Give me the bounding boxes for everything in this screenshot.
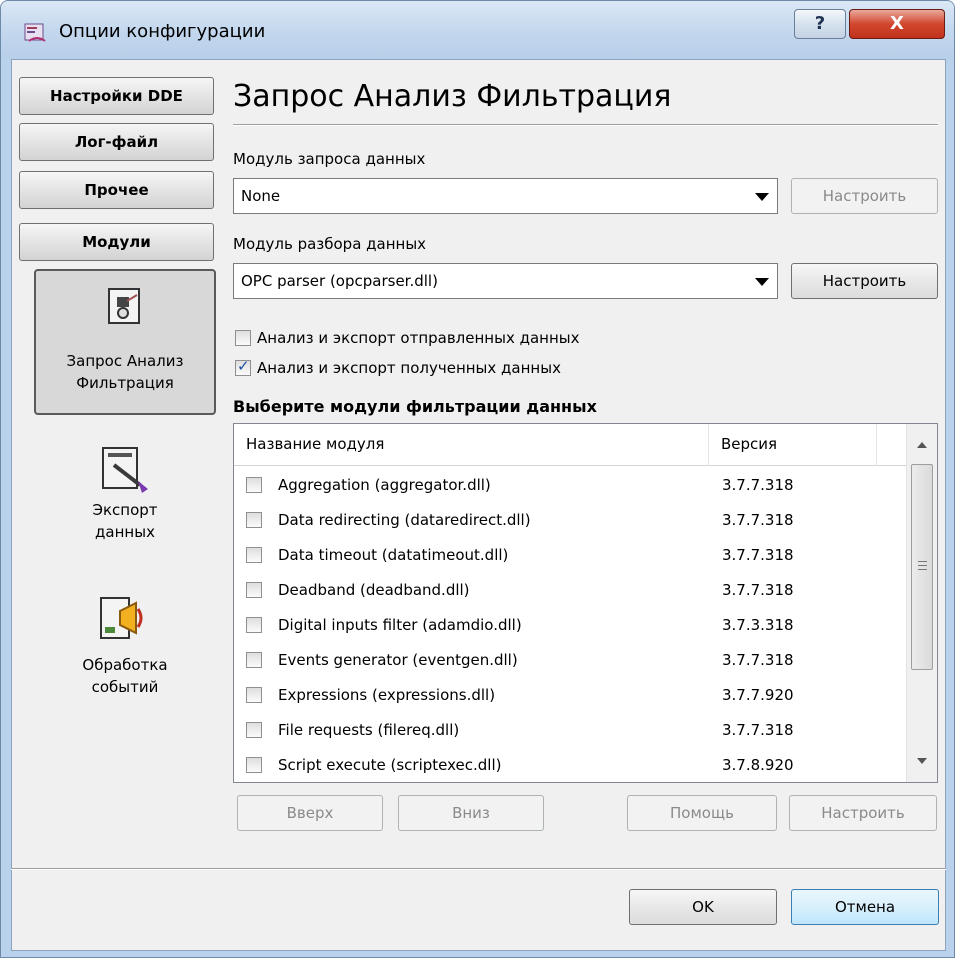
- module-version: 3.7.7.318: [722, 721, 794, 739]
- category-modules-button[interactable]: Модули: [19, 223, 214, 261]
- table-row[interactable]: Digital inputs filter (adamdio.dll) 3.7.…: [234, 608, 906, 642]
- parse-module-dropdown[interactable]: OPC parser (opcparser.dll): [233, 263, 778, 299]
- filter-module-list[interactable]: Название модуля Версия Aggregation (aggr…: [233, 423, 938, 783]
- module-version: 3.7.8.920: [722, 756, 794, 774]
- close-button[interactable]: X: [849, 9, 945, 39]
- check-received-label[interactable]: Анализ и экспорт полученных данных: [257, 359, 561, 377]
- move-down-button[interactable]: Вниз: [398, 795, 544, 831]
- module-name: Expressions (expressions.dll): [278, 686, 496, 704]
- row-checkbox[interactable]: [246, 722, 262, 738]
- module-name: File requests (filereq.dll): [278, 721, 460, 739]
- table-row[interactable]: Events generator (eventgen.dll) 3.7.7.31…: [234, 643, 906, 677]
- category-log-file-button[interactable]: Лог-файл: [19, 123, 214, 161]
- module-version: 3.7.3.318: [722, 616, 794, 634]
- column-header-name[interactable]: Название модуля: [234, 424, 709, 466]
- row-checkbox[interactable]: [246, 617, 262, 633]
- module-name: Data timeout (datatimeout.dll): [278, 546, 509, 564]
- module-version: 3.7.7.318: [722, 651, 794, 669]
- module-name: Data redirecting (dataredirect.dll): [278, 511, 531, 529]
- check-sent-row[interactable]: Анализ и экспорт отправленных данных: [235, 329, 580, 347]
- table-row[interactable]: Data redirecting (dataredirect.dll) 3.7.…: [234, 503, 906, 537]
- chevron-down-icon: [755, 278, 769, 286]
- footer-divider: [11, 868, 946, 870]
- category-other-button[interactable]: Прочее: [19, 171, 214, 209]
- check-received-checkbox[interactable]: [235, 357, 251, 376]
- scroll-up-arrow-icon[interactable]: [917, 442, 927, 448]
- parse-configure-button[interactable]: Настроить: [791, 263, 938, 299]
- list-header: Название модуля Версия: [234, 424, 906, 466]
- category-dde-settings-button[interactable]: Настройки DDE: [19, 77, 214, 115]
- module-version: 3.7.7.318: [722, 581, 794, 599]
- module-label-request-analysis-line1: Запрос Анализ: [66, 352, 184, 370]
- module-label-data-export-line2[interactable]: данных: [34, 521, 216, 543]
- row-checkbox[interactable]: [246, 757, 262, 773]
- module-name: Events generator (eventgen.dll): [278, 651, 518, 669]
- ok-button[interactable]: OK: [629, 889, 777, 925]
- row-checkbox[interactable]: [246, 547, 262, 563]
- scrollbar-thumb[interactable]: [911, 464, 933, 670]
- request-configure-button[interactable]: Настроить: [791, 178, 938, 214]
- move-up-button[interactable]: Вверх: [237, 795, 383, 831]
- app-icon: [24, 23, 46, 42]
- row-checkbox[interactable]: [246, 687, 262, 703]
- module-name: Script execute (scriptexec.dll): [278, 756, 502, 774]
- check-sent-label[interactable]: Анализ и экспорт отправленных данных: [257, 329, 580, 347]
- request-module-label: Модуль запроса данных: [233, 150, 426, 168]
- table-row[interactable]: File requests (filereq.dll) 3.7.7.318: [234, 713, 906, 747]
- check-sent-checkbox[interactable]: [235, 330, 251, 346]
- module-configure-button[interactable]: Настроить: [789, 795, 937, 831]
- chevron-down-icon: [755, 193, 769, 201]
- grip-icon: [918, 561, 927, 570]
- table-row[interactable]: Deadband (deadband.dll) 3.7.7.318: [234, 573, 906, 607]
- title-divider: [233, 124, 938, 126]
- module-label-data-export-line1[interactable]: Экспорт: [34, 499, 216, 521]
- data-export-icon[interactable]: [100, 445, 150, 495]
- page-title: Запрос Анализ Фильтрация: [233, 79, 672, 114]
- module-help-button[interactable]: Помощь: [627, 795, 777, 831]
- help-title-button[interactable]: ?: [794, 9, 846, 39]
- module-name: Aggregation (aggregator.dll): [278, 476, 491, 494]
- table-row[interactable]: Data timeout (datatimeout.dll) 3.7.7.318: [234, 538, 906, 572]
- row-checkbox[interactable]: [246, 512, 262, 528]
- table-row[interactable]: Script execute (scriptexec.dll) 3.7.8.92…: [234, 748, 906, 782]
- row-checkbox[interactable]: [246, 582, 262, 598]
- module-version: 3.7.7.920: [722, 686, 794, 704]
- column-header-version[interactable]: Версия: [709, 424, 877, 466]
- vertical-scrollbar[interactable]: [906, 424, 937, 782]
- module-version: 3.7.7.318: [722, 546, 794, 564]
- cancel-button[interactable]: Отмена: [791, 889, 939, 925]
- dialog-window: Опции конфигурации ? X Настройки DDE Лог…: [0, 0, 955, 958]
- window-title: Опции конфигурации: [59, 21, 266, 42]
- request-module-dropdown[interactable]: None: [233, 178, 778, 214]
- table-row[interactable]: Expressions (expressions.dll) 3.7.7.920: [234, 678, 906, 712]
- title-bar[interactable]: Опции конфигурации ? X: [1, 1, 954, 59]
- module-label-request-analysis-line2: Фильтрация: [76, 374, 174, 392]
- event-processing-icon[interactable]: [98, 595, 148, 645]
- module-name: Deadband (deadband.dll): [278, 581, 470, 599]
- module-label-event-processing-line2[interactable]: событий: [34, 676, 216, 698]
- parse-module-value: OPC parser (opcparser.dll): [241, 272, 438, 290]
- request-analysis-icon: [108, 288, 140, 324]
- table-row[interactable]: Aggregation (aggregator.dll) 3.7.7.318: [234, 468, 906, 502]
- module-name: Digital inputs filter (adamdio.dll): [278, 616, 522, 634]
- scroll-down-arrow-icon[interactable]: [917, 758, 927, 764]
- filter-section-heading: Выберите модули фильтрации данных: [233, 397, 597, 416]
- row-checkbox[interactable]: [246, 652, 262, 668]
- parse-module-label: Модуль разбора данных: [233, 235, 427, 253]
- module-version: 3.7.7.318: [722, 476, 794, 494]
- module-version: 3.7.7.318: [722, 511, 794, 529]
- module-label-event-processing-line1[interactable]: Обработка: [34, 654, 216, 676]
- request-module-value: None: [241, 187, 281, 205]
- check-received-row[interactable]: Анализ и экспорт полученных данных: [235, 357, 561, 377]
- row-checkbox[interactable]: [246, 477, 262, 493]
